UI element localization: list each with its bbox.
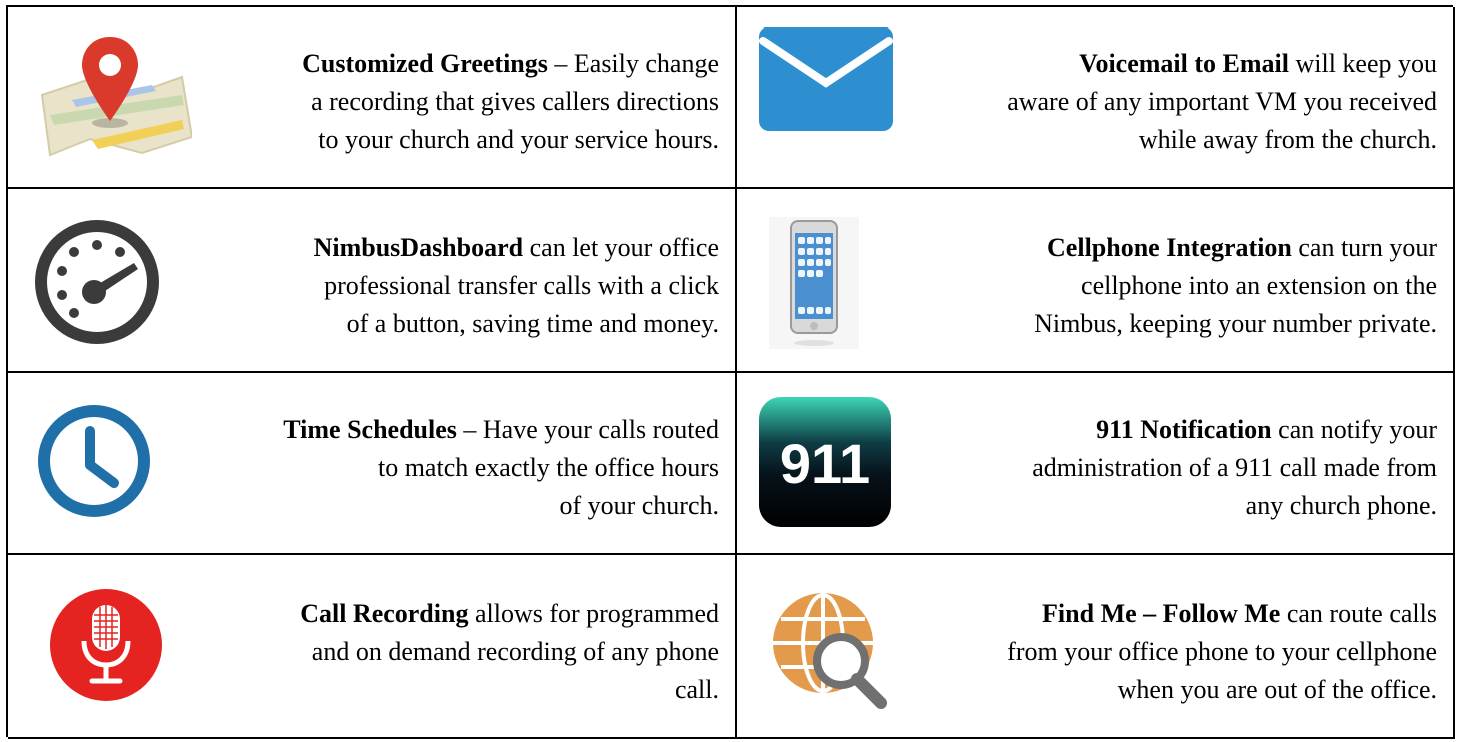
feature-cell-schedules: Time Schedules – Have your calls routed … [8,373,737,555]
feature-text-findme: Find Me – Follow Me can route calls from… [1007,599,1437,704]
feature-cell-findme: Find Me – Follow Me can route calls from… [737,555,1455,739]
feature-title: Voicemail to Email [1079,49,1289,78]
microphone-icon [50,589,162,701]
feature-text-greetings: Customized Greetings – Easily change a r… [302,49,719,154]
feature-cell-dashboard: NimbusDashboard can let your office prof… [8,189,737,373]
911-icon-label: 911 [780,432,870,495]
map-pin-icon [40,37,192,157]
features-table: Customized Greetings – Easily change a r… [6,5,1455,739]
clock-icon [38,405,150,517]
feature-text-cellphone: Cellphone Integration can turn your cell… [1034,233,1437,338]
smartphone-icon [769,217,859,349]
feature-cell-cellphone: Cellphone Integration can turn your cell… [737,189,1455,373]
feature-text-dashboard: NimbusDashboard can let your office prof… [313,233,719,338]
globe-search-icon [773,593,887,709]
feature-text-voicemail: Voicemail to Email will keep you aware o… [1007,49,1437,154]
911-icon: 911 [759,397,891,527]
feature-text-recording: Call Recording allows for programmed and… [300,599,719,704]
feature-title: Cellphone Integration [1047,233,1292,262]
feature-title: 911 Notification [1096,415,1272,444]
feature-cell-recording: Call Recording allows for programmed and… [8,555,737,739]
feature-cell-voicemail: Voicemail to Email will keep you aware o… [737,7,1455,189]
feature-text-schedules: Time Schedules – Have your calls routed … [283,415,719,520]
feature-title: Time Schedules [283,415,457,444]
speedometer-icon [35,220,159,344]
feature-title: Call Recording [300,599,469,628]
feature-title: Find Me – Follow Me [1042,599,1281,628]
feature-title: NimbusDashboard [313,233,524,262]
feature-cell-notification: 911 911 Notification can notify your adm… [737,373,1455,555]
feature-cell-greetings: Customized Greetings – Easily change a r… [8,7,737,189]
envelope-icon [759,27,893,131]
feature-text-notification: 911 Notification can notify your adminis… [1032,415,1437,520]
feature-title: Customized Greetings [302,49,548,78]
